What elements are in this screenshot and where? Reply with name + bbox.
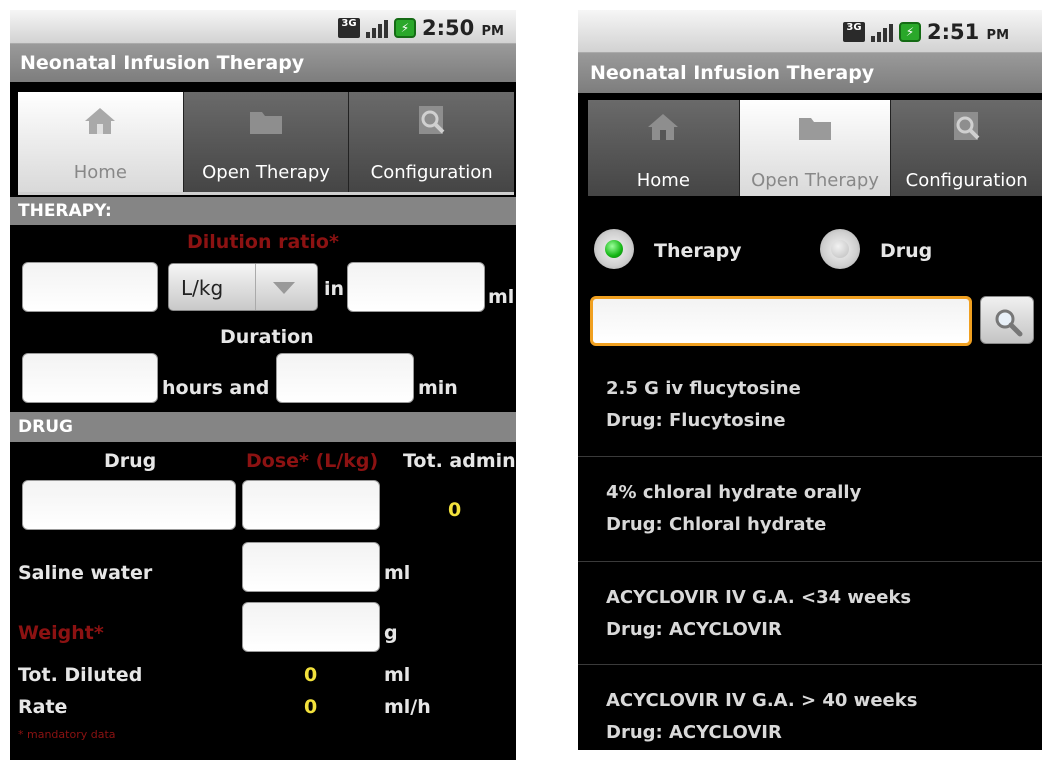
tab-home-label: Home (636, 170, 690, 191)
tot-diluted-unit: ml (384, 664, 411, 686)
weight-input[interactable] (242, 602, 380, 652)
tot-diluted-label: Tot. Diluted (18, 664, 143, 686)
battery-charging-icon: ⚡ (393, 18, 416, 38)
weight-unit-label: g (384, 622, 398, 644)
col-dose-label: Dose* (L/kg) (246, 450, 379, 472)
left-screen: 3G ⚡ 2:50 PM Neonatal Infusion Therapy H… (10, 10, 516, 760)
tab-open-therapy[interactable]: Open Therapy (183, 92, 350, 192)
col-tot-admin-label: Tot. admin (403, 450, 516, 472)
tab-configuration-label: Configuration (905, 170, 1028, 191)
home-icon (648, 114, 679, 140)
min-label: min (418, 377, 458, 399)
battery-charging-icon: ⚡ (899, 22, 921, 42)
tab-underline (18, 192, 514, 195)
folder-icon (250, 112, 282, 134)
list-item-title: ACYCLOVIR IV G.A. <34 weeks (606, 587, 912, 608)
list-item-subtitle: Drug: Flucytosine (606, 410, 786, 431)
tab-configuration[interactable]: Configuration (891, 100, 1042, 196)
status-bar: 3G ⚡ 2:51 PM (578, 10, 1042, 53)
search-icon (995, 309, 1023, 337)
status-time: 2:50 PM (421, 16, 504, 40)
radio-selected-dot (605, 240, 623, 258)
unit-select[interactable]: L/kg (168, 263, 318, 311)
duration-hours-input[interactable] (22, 353, 158, 403)
list-item-subtitle: Drug: ACYCLOVIR (606, 722, 782, 743)
3g-icon: 3G (843, 22, 865, 42)
list-item[interactable]: ACYCLOVIR IV G.A. <34 weeks Drug: ACYCLO… (578, 562, 1042, 665)
rate-value: 0 (304, 696, 318, 718)
radio-therapy-label: Therapy (654, 240, 742, 262)
mandatory-note: * mandatory data (18, 728, 116, 741)
radio-therapy[interactable] (594, 229, 634, 269)
search-button[interactable] (980, 296, 1034, 344)
app-title: Neonatal Infusion Therapy (578, 53, 1042, 93)
dilution-amount-input[interactable] (22, 262, 158, 312)
tab-open-therapy[interactable]: Open Therapy (739, 100, 892, 196)
saline-water-label: Saline water (18, 562, 153, 584)
list-item-subtitle: Drug: Chloral hydrate (606, 514, 827, 535)
hours-and-label: hours and (162, 377, 270, 399)
config-search-icon (418, 106, 445, 134)
folder-icon (799, 118, 831, 140)
status-bar: 3G ⚡ 2:50 PM (10, 10, 516, 44)
in-label: in (324, 278, 345, 300)
tab-bar: Home Open Therapy Configuration (588, 100, 1042, 196)
signal-icon (365, 18, 388, 38)
tot-diluted-value: 0 (304, 664, 318, 686)
duration-min-input[interactable] (276, 353, 414, 403)
rate-label: Rate (18, 696, 68, 718)
tab-bar: Home Open Therapy Configuration (18, 92, 515, 192)
tab-configuration-label: Configuration (370, 162, 493, 183)
duration-label: Duration (220, 326, 314, 348)
tab-open-therapy-label: Open Therapy (751, 170, 879, 191)
tab-open-therapy-label: Open Therapy (202, 162, 330, 183)
home-icon (85, 108, 116, 134)
section-drug: DRUG (10, 412, 516, 442)
radio-drug-label: Drug (880, 240, 933, 262)
select-divider (255, 264, 256, 310)
dilution-volume-input[interactable] (347, 262, 485, 312)
3g-icon: 3G (337, 18, 360, 38)
drug-input[interactable] (22, 480, 236, 530)
list-item-subtitle: Drug: ACYCLOVIR (606, 619, 782, 640)
col-drug-label: Drug (104, 450, 157, 472)
list-item[interactable]: 2.5 G iv flucytosine Drug: Flucytosine (578, 360, 1042, 457)
dilution-ratio-label: Dilution ratio* (187, 231, 339, 253)
tab-configuration[interactable]: Configuration (349, 92, 515, 192)
tot-admin-value: 0 (448, 499, 462, 521)
tab-home[interactable]: Home (588, 100, 740, 196)
list-item-title: 4% chloral hydrate orally (606, 482, 862, 503)
chevron-down-icon (273, 282, 295, 294)
list-item[interactable]: ACYCLOVIR IV G.A. > 40 weeks Drug: ACYCL… (578, 665, 1042, 750)
unit-select-value: L/kg (181, 276, 224, 300)
ml-label: ml (488, 286, 515, 308)
rate-unit: ml/h (384, 696, 431, 718)
saline-unit-label: ml (384, 562, 411, 584)
list-item[interactable]: 4% chloral hydrate orally Drug: Chloral … (578, 457, 1042, 562)
status-time: 2:51 PM (927, 20, 1010, 44)
radio-unselected-dot (831, 240, 849, 258)
section-therapy: THERAPY: (10, 197, 516, 225)
config-search-icon (953, 112, 980, 140)
list-item-title: 2.5 G iv flucytosine (606, 378, 801, 399)
radio-drug[interactable] (820, 229, 860, 269)
signal-icon (871, 22, 893, 42)
list-item-title: ACYCLOVIR IV G.A. > 40 weeks (606, 690, 918, 711)
app-title: Neonatal Infusion Therapy (10, 44, 516, 82)
tab-home[interactable]: Home (18, 92, 184, 192)
weight-label: Weight* (18, 622, 104, 644)
saline-water-input[interactable] (242, 542, 380, 592)
search-input[interactable] (590, 296, 972, 346)
right-screen: 3G ⚡ 2:51 PM Neonatal Infusion Therapy H… (578, 10, 1042, 750)
tab-home-label: Home (73, 162, 127, 183)
dose-input[interactable] (242, 480, 380, 530)
